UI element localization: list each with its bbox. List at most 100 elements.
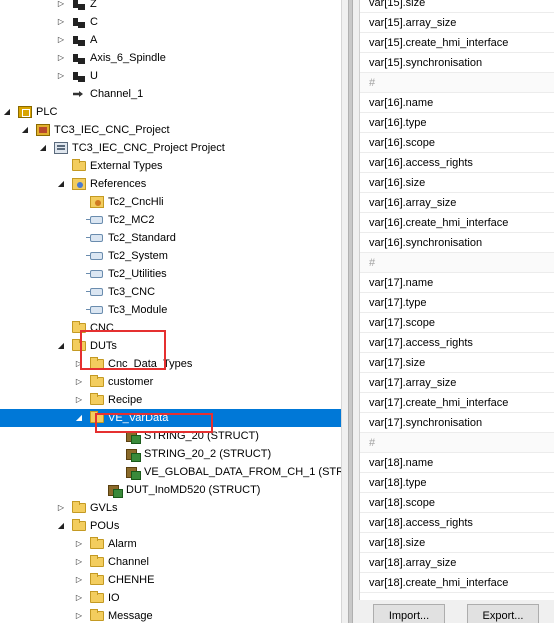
tree-item-ref-tc3-cnc[interactable]: Tc3_CNC: [0, 283, 341, 301]
tree-item-label: POUs: [90, 520, 120, 532]
collapsed-arrow-icon[interactable]: ▷: [74, 607, 84, 623]
list-item[interactable]: var[16].scope: [360, 133, 554, 153]
list-item[interactable]: var[16].synchronisation: [360, 233, 554, 253]
list-item[interactable]: var[16].name: [360, 93, 554, 113]
tree-item-message[interactable]: ▷ Message: [0, 607, 341, 623]
list-item[interactable]: var[16].create_hmi_interface: [360, 213, 554, 233]
tree-item-label: References: [90, 178, 147, 190]
list-item[interactable]: var[17].create_hmi_interface: [360, 393, 554, 413]
collapsed-arrow-icon[interactable]: ▷: [56, 13, 66, 31]
tree-item-io[interactable]: ▷ IO: [0, 589, 341, 607]
pane-splitter[interactable]: [341, 0, 359, 623]
tree-item-pous[interactable]: ◢ POUs: [0, 517, 341, 535]
tree-item-axis-c[interactable]: ▷ C: [0, 13, 341, 31]
tree-item-axis-u[interactable]: ▷ U: [0, 67, 341, 85]
expanded-arrow-icon[interactable]: ◢: [38, 139, 48, 157]
tree-item-label: Recipe: [108, 394, 143, 406]
list-item[interactable]: var[18].array_size: [360, 553, 554, 573]
collapsed-arrow-icon[interactable]: ▷: [56, 31, 66, 49]
collapsed-arrow-icon[interactable]: ▷: [56, 0, 66, 13]
list-item[interactable]: var[17].synchronisation: [360, 413, 554, 433]
list-item[interactable]: var[17].type: [360, 293, 554, 313]
tree-item-recipe[interactable]: ▷ Recipe: [0, 391, 341, 409]
list-item[interactable]: var[15].size: [360, 0, 554, 13]
tree-item-references[interactable]: ◢ References: [0, 175, 341, 193]
list-separator[interactable]: #: [360, 73, 554, 93]
collapsed-arrow-icon[interactable]: ▷: [56, 67, 66, 85]
expanded-arrow-icon[interactable]: ◢: [56, 337, 66, 355]
collapsed-arrow-icon[interactable]: ▷: [56, 49, 66, 67]
tree-item-label: Tc3_Module: [108, 304, 168, 316]
list-item[interactable]: var[17].access_rights: [360, 333, 554, 353]
tree-item-axis-a[interactable]: ▷ A: [0, 31, 341, 49]
tree-item-label: C: [90, 16, 98, 28]
collapsed-arrow-icon[interactable]: ▷: [74, 553, 84, 571]
collapsed-arrow-icon[interactable]: ▷: [74, 373, 84, 391]
list-item[interactable]: var[17].scope: [360, 313, 554, 333]
tree-item-ve-global-data[interactable]: VE_GLOBAL_DATA_FROM_CH_1 (STRU: [0, 463, 341, 481]
list-item[interactable]: var[16].access_rights: [360, 153, 554, 173]
tree-item-ref-tc2-system[interactable]: Tc2_System: [0, 247, 341, 265]
tree-item-ref-tc2-cnchli[interactable]: Tc2_CncHli: [0, 193, 341, 211]
list-item[interactable]: var[18].scope: [360, 493, 554, 513]
list-item[interactable]: var[15].create_hmi_interface: [360, 33, 554, 53]
expanded-arrow-icon[interactable]: ◢: [20, 121, 30, 139]
expanded-arrow-icon[interactable]: ◢: [56, 517, 66, 535]
solution-tree[interactable]: ▷ Z ▷ C ▷ A ▷ Axis_6_Spindle ▷ U Channel_1 ◢ PLC ◢ TC3…: [0, 0, 341, 623]
tree-item-axis-6-spindle[interactable]: ▷ Axis_6_Spindle: [0, 49, 341, 67]
tree-item-external-types[interactable]: External Types: [0, 157, 341, 175]
list-item[interactable]: var[16].array_size: [360, 193, 554, 213]
list-item[interactable]: var[17].array_size: [360, 373, 554, 393]
tree-item-string-20-2[interactable]: STRING_20_2 (STRUCT): [0, 445, 341, 463]
tree-item-tc3-project[interactable]: ◢ TC3_IEC_CNC_Project: [0, 121, 341, 139]
tree-item-ref-tc2-utilities[interactable]: Tc2_Utilities: [0, 265, 341, 283]
list-item[interactable]: var[18].access_rights: [360, 513, 554, 533]
collapsed-arrow-icon[interactable]: ▷: [74, 391, 84, 409]
axis-icon: [72, 0, 86, 10]
list-item[interactable]: var[16].size: [360, 173, 554, 193]
tree-item-cnc-data-types[interactable]: ▷ Cnc_Data_Types: [0, 355, 341, 373]
tree-item-ref-tc2-mc2[interactable]: Tc2_MC2: [0, 211, 341, 229]
collapsed-arrow-icon[interactable]: ▷: [74, 571, 84, 589]
expanded-arrow-icon[interactable]: ◢: [74, 409, 84, 427]
struct-icon: [108, 484, 123, 498]
list-item[interactable]: var[15].array_size: [360, 13, 554, 33]
list-separator[interactable]: #: [360, 253, 554, 273]
expanded-arrow-icon[interactable]: ◢: [2, 103, 12, 121]
tree-item-channel-1[interactable]: Channel_1: [0, 85, 341, 103]
list-item[interactable]: var[17].name: [360, 273, 554, 293]
list-item[interactable]: var[18].type: [360, 473, 554, 493]
tree-item-alarm[interactable]: ▷ Alarm: [0, 535, 341, 553]
expanded-arrow-icon[interactable]: ◢: [56, 175, 66, 193]
list-item[interactable]: var[16].type: [360, 113, 554, 133]
splitter-handle[interactable]: [348, 0, 353, 623]
list-item[interactable]: var[17].size: [360, 353, 554, 373]
tree-item-cnc[interactable]: CNC: [0, 319, 341, 337]
list-item[interactable]: var[18].name: [360, 453, 554, 473]
collapsed-arrow-icon[interactable]: ▷: [74, 535, 84, 553]
list-item[interactable]: var[18].create_hmi_interface: [360, 573, 554, 593]
collapsed-arrow-icon[interactable]: ▷: [56, 499, 66, 517]
tree-item-gvls[interactable]: ▷ GVLs: [0, 499, 341, 517]
list-item[interactable]: var[15].synchronisation: [360, 53, 554, 73]
tree-item-chenhe[interactable]: ▷ CHENHE: [0, 571, 341, 589]
tree-item-duts[interactable]: ◢ DUTs: [0, 337, 341, 355]
tree-item-ref-tc3-module[interactable]: Tc3_Module: [0, 301, 341, 319]
tree-item-channel[interactable]: ▷ Channel: [0, 553, 341, 571]
axis-icon: [72, 34, 86, 46]
list-item[interactable]: var[18].size: [360, 533, 554, 553]
export-button[interactable]: Export...: [467, 604, 539, 623]
tree-item-axis-z[interactable]: ▷ Z: [0, 0, 341, 13]
tree-item-ref-tc2-standard[interactable]: Tc2_Standard: [0, 229, 341, 247]
tree-item-tc3-project-project[interactable]: ◢ TC3_IEC_CNC_Project Project: [0, 139, 341, 157]
tree-item-dut-inomd520[interactable]: DUT_InoMD520 (STRUCT): [0, 481, 341, 499]
tree-item-customer[interactable]: ▷ customer: [0, 373, 341, 391]
collapsed-arrow-icon[interactable]: ▷: [74, 589, 84, 607]
list-separator[interactable]: #: [360, 433, 554, 453]
tree-item-label: STRING_20_2 (STRUCT): [144, 448, 272, 460]
tree-item-label: Tc2_System: [108, 250, 168, 262]
variable-list[interactable]: var[15].size var[15].array_size var[15].cr…: [359, 0, 554, 600]
import-button[interactable]: Import...: [373, 604, 445, 623]
tree-item-label: Axis_6_Spindle: [90, 52, 166, 64]
tree-item-plc[interactable]: ◢ PLC: [0, 103, 341, 121]
